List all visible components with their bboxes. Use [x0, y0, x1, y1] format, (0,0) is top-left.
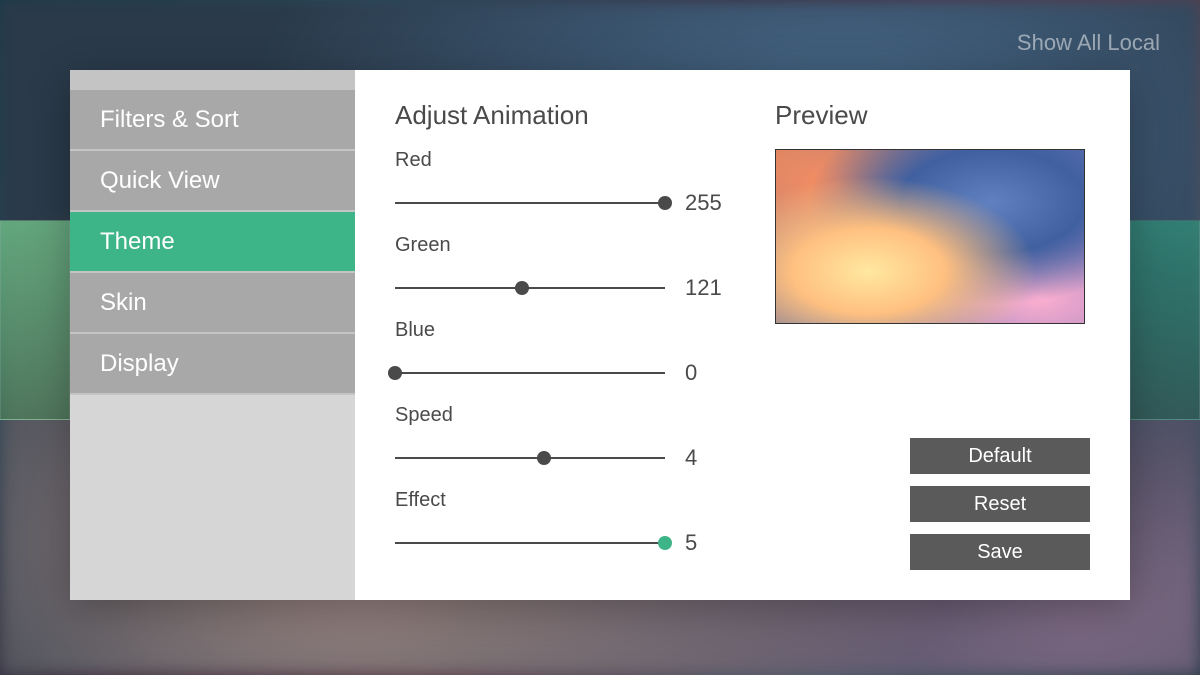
- slider-thumb[interactable]: [658, 196, 672, 210]
- sidebar-item-display[interactable]: Display: [70, 334, 355, 395]
- slider-label: Blue: [395, 319, 735, 342]
- slider-value: 121: [685, 275, 735, 301]
- slider-value: 5: [685, 530, 735, 556]
- slider-group-green: Green 121: [395, 234, 735, 301]
- show-all-local-link[interactable]: Show All Local: [1017, 30, 1160, 56]
- section-title: Adjust Animation: [395, 100, 735, 131]
- slider-group-blue: Blue 0: [395, 319, 735, 386]
- sidebar-item-label: Quick View: [100, 167, 220, 195]
- controls-column: Adjust Animation Red 255 Green 121: [395, 100, 735, 570]
- slider-thumb[interactable]: [515, 281, 529, 295]
- sidebar-item-label: Theme: [100, 228, 175, 256]
- main-panel: Adjust Animation Red 255 Green 121: [355, 70, 1130, 600]
- sidebar-item-theme[interactable]: Theme: [70, 212, 355, 273]
- slider-thumb[interactable]: [658, 536, 672, 550]
- settings-dialog: Filters & Sort Quick View Theme Skin Dis…: [70, 70, 1130, 600]
- slider-value: 0: [685, 360, 735, 386]
- slider-blue[interactable]: [395, 372, 665, 374]
- preview-column: Preview Default Reset Save: [775, 100, 1090, 570]
- slider-effect[interactable]: [395, 542, 665, 544]
- slider-value: 255: [685, 190, 735, 216]
- sidebar-item-label: Display: [100, 350, 179, 378]
- slider-group-effect: Effect 5: [395, 489, 735, 556]
- slider-green[interactable]: [395, 287, 665, 289]
- sidebar-item-skin[interactable]: Skin: [70, 273, 355, 334]
- slider-label: Speed: [395, 404, 735, 427]
- preview-image: [775, 149, 1085, 324]
- reset-button[interactable]: Reset: [910, 486, 1090, 522]
- slider-label: Green: [395, 234, 735, 257]
- slider-label: Effect: [395, 489, 735, 512]
- button-stack: Default Reset Save: [775, 438, 1090, 570]
- slider-value: 4: [685, 445, 735, 471]
- sidebar-item-filters-sort[interactable]: Filters & Sort: [70, 90, 355, 151]
- sidebar-item-quick-view[interactable]: Quick View: [70, 151, 355, 212]
- slider-group-red: Red 255: [395, 149, 735, 216]
- slider-thumb[interactable]: [388, 366, 402, 380]
- default-button[interactable]: Default: [910, 438, 1090, 474]
- save-button[interactable]: Save: [910, 534, 1090, 570]
- slider-red[interactable]: [395, 202, 665, 204]
- slider-label: Red: [395, 149, 735, 172]
- slider-group-speed: Speed 4: [395, 404, 735, 471]
- slider-speed[interactable]: [395, 457, 665, 459]
- sidebar-item-label: Filters & Sort: [100, 106, 239, 134]
- sidebar: Filters & Sort Quick View Theme Skin Dis…: [70, 70, 355, 600]
- sidebar-item-label: Skin: [100, 289, 147, 317]
- preview-title: Preview: [775, 100, 1090, 131]
- sidebar-header: [70, 70, 355, 90]
- slider-thumb[interactable]: [537, 451, 551, 465]
